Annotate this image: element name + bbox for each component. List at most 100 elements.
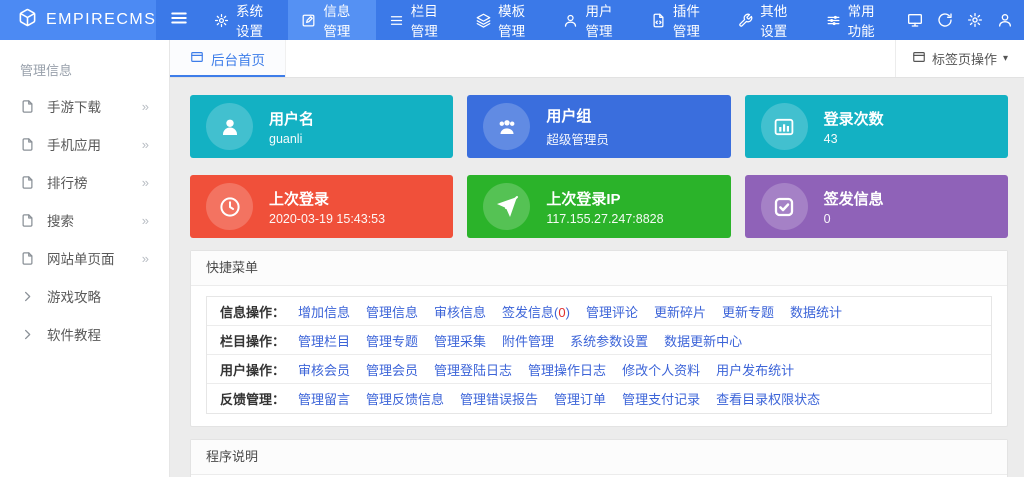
top-menu-item-常用功能[interactable]: 常用功能 [813,0,900,40]
sidebar-item-软件教程[interactable]: 软件教程 [0,315,169,353]
stat-card-上次登录[interactable]: 上次登录2020-03-19 15:43:53 [190,175,453,238]
stat-card-text: 登录次数43 [824,108,884,146]
sidebar-item-网站单页面[interactable]: 网站单页面» [0,239,169,277]
quick-link-管理支付记录[interactable]: 管理支付记录 [622,389,700,408]
file-icon [20,99,35,114]
top-menu-item-信息管理[interactable]: 信息管理 [288,0,375,40]
program-panel-title: 程序说明 [191,440,1007,475]
user-icon-button[interactable] [990,0,1020,40]
tab-actions-button[interactable]: 标签页操作 ▾ [895,40,1024,77]
logo[interactable]: EMPIRECMS [0,0,156,40]
quick-link-管理登陆日志[interactable]: 管理登陆日志 [434,360,512,379]
quick-menu-row-label: 反馈管理： [220,389,298,408]
wrench-icon [738,13,753,28]
quick-link-系统参数设置[interactable]: 系统参数设置 [570,331,648,350]
quick-link-count: 0 [558,305,565,320]
quick-link-审核会员[interactable]: 审核会员 [298,360,350,379]
monitor-icon-button[interactable] [900,0,930,40]
sidebar-item-label: 软件教程 [47,324,101,344]
caret-down-icon: ▾ [1003,53,1008,64]
quick-link-附件管理[interactable]: 附件管理 [502,331,554,350]
quick-link-管理操作日志[interactable]: 管理操作日志 [528,360,606,379]
edit-icon [301,13,316,28]
file-icon [20,137,35,152]
quick-link-管理信息[interactable]: 管理信息 [366,302,418,321]
main: 后台首页 标签页操作 ▾ 用户名guanli 用户组超级管理员 登录次数43 上次登录… [170,40,1024,477]
stat-card-value: 0 [824,212,884,226]
stat-card-value: 43 [824,132,884,146]
gear-icon-button[interactable] [960,0,990,40]
sidebar-item-label: 游戏攻略 [47,286,101,306]
sidebar-item-手机应用[interactable]: 手机应用» [0,125,169,163]
stat-card-用户组[interactable]: 用户组超级管理员 [467,95,730,158]
double-chevron-icon: » [142,213,149,228]
users-fill-icon [483,103,530,150]
quick-link-管理错误报告[interactable]: 管理错误报告 [460,389,538,408]
top-menu-item-插件管理[interactable]: 插件管理 [638,0,725,40]
quick-link-签发信息(0)[interactable]: 签发信息(0) [502,302,570,321]
file-icon [20,251,35,266]
chevron-right-icon [20,327,35,342]
top-menu-item-栏目管理[interactable]: 栏目管理 [376,0,463,40]
quick-link-管理采集[interactable]: 管理采集 [434,331,486,350]
quick-link-增加信息[interactable]: 增加信息 [298,302,350,321]
list-icon [389,13,404,28]
double-chevron-icon: » [142,175,149,190]
quick-link-管理反馈信息[interactable]: 管理反馈信息 [366,389,444,408]
quick-menu-box: 信息操作：增加信息管理信息审核信息签发信息(0)管理评论更新碎片更新专题数据统计… [206,296,992,414]
topbar-right-icons [900,0,1024,40]
quick-link-管理专题[interactable]: 管理专题 [366,331,418,350]
send-icon [483,183,530,230]
quick-link-数据统计[interactable]: 数据统计 [790,302,842,321]
quick-link-更新专题[interactable]: 更新专题 [722,302,774,321]
top-menu-item-其他设置[interactable]: 其他设置 [725,0,812,40]
tab-home[interactable]: 后台首页 [170,40,286,77]
quick-link-管理会员[interactable]: 管理会员 [366,360,418,379]
window-icon [190,50,204,67]
quick-menu-row: 反馈管理：管理留言管理反馈信息管理错误报告管理订单管理支付记录查看目录权限状态 [207,384,991,413]
quick-link-查看目录权限状态[interactable]: 查看目录权限状态 [716,389,820,408]
quick-link-数据更新中心[interactable]: 数据更新中心 [664,331,742,350]
top-menu: 系统设置信息管理栏目管理模板管理用户管理插件管理 其他设置常用功能 [201,0,900,40]
sidebar-toggle-button[interactable] [156,0,201,40]
sidebar-item-排行榜[interactable]: 排行榜» [0,163,169,201]
top-menu-item-模板管理[interactable]: 模板管理 [463,0,550,40]
file-icon [20,175,35,190]
user-icon [997,12,1013,28]
stat-card-上次登录IP[interactable]: 上次登录IP 117.155.27.247:8828 [467,175,730,238]
sidebar-item-手游下载[interactable]: 手游下载» [0,87,169,125]
tabbar: 后台首页 标签页操作 ▾ [170,40,1024,78]
stat-card-用户名[interactable]: 用户名guanli [190,95,453,158]
top-menu-item-用户管理[interactable]: 用户管理 [550,0,637,40]
stat-card-value: 2020-03-19 15:43:53 [269,212,385,226]
quick-link-管理评论[interactable]: 管理评论 [586,302,638,321]
stat-card-title: 用户名 [269,108,314,129]
quick-link-更新碎片[interactable]: 更新碎片 [654,302,706,321]
stat-card-value: 117.155.27.247:8828 [546,212,663,226]
quick-link-修改个人资料[interactable]: 修改个人资料 [622,360,700,379]
stat-card-title: 上次登录IP [546,188,663,209]
quick-link-管理留言[interactable]: 管理留言 [298,389,350,408]
tab-actions-label: 标签页操作 [932,49,997,68]
top-menu-label: 插件管理 [673,0,712,40]
double-chevron-icon: » [142,99,149,114]
file-icon [20,213,35,228]
stat-card-text: 上次登录2020-03-19 15:43:53 [269,188,385,226]
quick-link-用户发布统计[interactable]: 用户发布统计 [716,360,794,379]
user-icon [563,13,578,28]
quick-menu-row-label: 栏目操作： [220,331,298,350]
top-menu-item-系统设置[interactable]: 系统设置 [201,0,288,40]
quick-menu-row: 栏目操作：管理栏目管理专题管理采集附件管理系统参数设置数据更新中心 [207,326,991,355]
refresh-icon-button[interactable] [930,0,960,40]
logo-text: EMPIRECMS [46,11,156,29]
sidebar-item-游戏攻略[interactable]: 游戏攻略 [0,277,169,315]
quick-link-管理栏目[interactable]: 管理栏目 [298,331,350,350]
top-menu-label: 其他设置 [760,0,799,40]
quick-link-审核信息[interactable]: 审核信息 [434,302,486,321]
stat-card-签发信息[interactable]: 签发信息0 [745,175,1008,238]
sidebar-item-搜索[interactable]: 搜索» [0,201,169,239]
top-menu-label: 信息管理 [323,0,362,40]
quick-link-管理订单[interactable]: 管理订单 [554,389,606,408]
stat-card-text: 用户名guanli [269,108,314,146]
stat-card-登录次数[interactable]: 登录次数43 [745,95,1008,158]
